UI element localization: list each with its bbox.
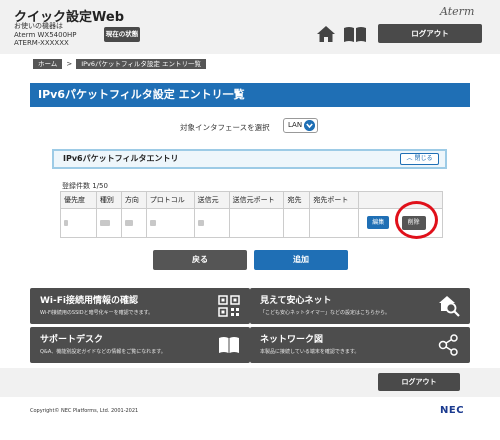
chevron-up-icon: ︿	[406, 155, 413, 162]
interface-select-value: LAN	[288, 121, 303, 129]
open-book-icon	[219, 337, 239, 353]
cell-type	[95, 208, 122, 238]
entry-panel-title: IPv6パケットフィルタエントリ	[63, 154, 179, 163]
table-row: 編集 削除	[60, 208, 443, 238]
tile-support-desk[interactable]: サポートデスク Q&A、機能別設定ガイドなどの情報をご覧になれます。	[30, 327, 250, 363]
header-source-port: 送信元ポート	[228, 191, 285, 209]
magnifier-house-icon	[439, 296, 460, 317]
tile-mieru-anshin-net[interactable]: 見えて安心ネット 「こども安心ネットタイマー」などの設定はこちらから。	[250, 288, 470, 324]
header-type: 種別	[95, 191, 122, 209]
entry-count: 登録件数 1/50	[62, 182, 108, 190]
header-source: 送信元	[193, 191, 230, 209]
logout-button[interactable]: ログアウト	[378, 24, 482, 43]
tile-description: Q&A、機能別設定ガイドなどの情報をご覧になれます。	[40, 349, 166, 355]
tile-title: Wi-Fi接続用情報の確認	[40, 296, 138, 306]
redacted-value	[64, 220, 68, 226]
cell-source	[193, 208, 230, 238]
header-protocol: プロトコル	[145, 191, 195, 209]
entry-panel-header: IPv6パケットフィルタエントリ ︿ 閉じる	[52, 149, 447, 169]
tile-title: サポートデスク	[40, 335, 104, 345]
header-destination: 宛先	[283, 191, 311, 209]
entry-table: 優先度 種別 方向 プロトコル 送信元 送信元ポート 宛先 宛先ポート 編集 削…	[60, 191, 443, 238]
current-status-button[interactable]: 現在の状態	[104, 27, 140, 42]
cell-destination	[283, 208, 311, 238]
network-nodes-icon	[438, 334, 458, 356]
nec-logo: NEC	[440, 405, 465, 416]
redacted-value	[149, 220, 156, 226]
home-icon[interactable]	[316, 25, 336, 43]
tile-description: 本製品に接続している端末を確認できます。	[260, 349, 360, 355]
manual-book-icon[interactable]	[343, 25, 367, 43]
device-id: ATERM-XXXXXX	[14, 39, 69, 47]
tile-wifi-info[interactable]: Wi-Fi接続用情報の確認 Wi-Fi接続用のSSIDと暗号化キーを確認できます…	[30, 288, 250, 324]
device-info-line: お使いの機器は	[14, 22, 63, 30]
breadcrumb: ホーム > IPv6パケットフィルタ設定 エントリ一覧	[33, 59, 206, 69]
breadcrumb-home[interactable]: ホーム	[33, 59, 63, 69]
page-title: IPv6パケットフィルタ設定 エントリ一覧	[30, 83, 470, 107]
cell-priority	[60, 208, 97, 238]
redacted-value	[99, 220, 110, 226]
header-destination-port: 宛先ポート	[309, 191, 360, 209]
interface-select-label: 対象インタフェースを選択	[180, 123, 270, 132]
tile-network-map[interactable]: ネットワーク図 本製品に接続している端末を確認できます。	[250, 327, 470, 363]
breadcrumb-separator: >	[66, 60, 73, 68]
redacted-value	[124, 220, 133, 226]
breadcrumb-current: IPv6パケットフィルタ設定 エントリ一覧	[76, 59, 206, 69]
edit-button[interactable]: 編集	[367, 216, 390, 229]
cell-protocol	[145, 208, 195, 238]
copyright: Copyright© NEC Platforms, Ltd. 2001-2021	[30, 408, 139, 414]
tile-description: Wi-Fi接続用のSSIDと暗号化キーを確認できます。	[40, 310, 154, 316]
add-button[interactable]: 追加	[254, 250, 348, 270]
header-direction: 方向	[120, 191, 147, 209]
qr-code-icon	[218, 295, 240, 317]
cell-destination-port	[309, 208, 360, 238]
interface-select[interactable]: LAN	[283, 118, 318, 133]
cell-direction	[120, 208, 147, 238]
cell-source-port	[228, 208, 285, 238]
chevron-down-icon	[304, 120, 315, 131]
device-model: Aterm WX5400HP	[14, 30, 77, 39]
table-header-row: 優先度 種別 方向 プロトコル 送信元 送信元ポート 宛先 宛先ポート	[60, 191, 443, 209]
collapse-label: 閉じる	[414, 155, 433, 162]
header: クイック設定Web お使いの機器は Aterm WX5400HP ATERM-X…	[0, 0, 500, 54]
tile-title: ネットワーク図	[260, 335, 324, 345]
highlight-circle	[395, 201, 438, 239]
device-info: お使いの機器は Aterm WX5400HP ATERM-XXXXXX	[14, 22, 77, 48]
tile-description: 「こども安心ネットタイマー」などの設定はこちらから。	[260, 310, 391, 316]
redacted-value	[197, 220, 204, 226]
back-button[interactable]: 戻る	[153, 250, 247, 270]
tile-title: 見えて安心ネット	[260, 296, 332, 306]
footer-logout-button[interactable]: ログアウト	[378, 373, 460, 391]
aterm-logo: Aterm	[440, 5, 475, 18]
collapse-button[interactable]: ︿ 閉じる	[400, 153, 439, 165]
header-priority: 優先度	[60, 191, 97, 209]
